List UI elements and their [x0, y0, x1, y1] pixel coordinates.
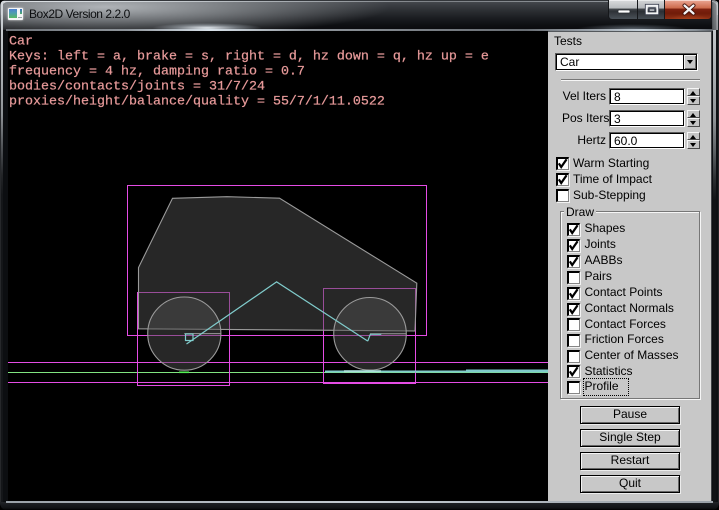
svg-text:bodies/contacts/joints = 31/7/: bodies/contacts/joints = 31/7/24: [9, 80, 265, 95]
svg-text:Car: Car: [9, 35, 33, 50]
svg-text:Keys: left = a, brake = s, rig: Keys: left = a, brake = s, right = d, hz…: [9, 50, 489, 65]
svg-text:frequency = 4 hz, damping rati: frequency = 4 hz, damping ratio = 0.7: [9, 65, 305, 80]
svg-text:proxies/height/balance/quality: proxies/height/balance/quality = 55/7/1/…: [9, 95, 385, 110]
